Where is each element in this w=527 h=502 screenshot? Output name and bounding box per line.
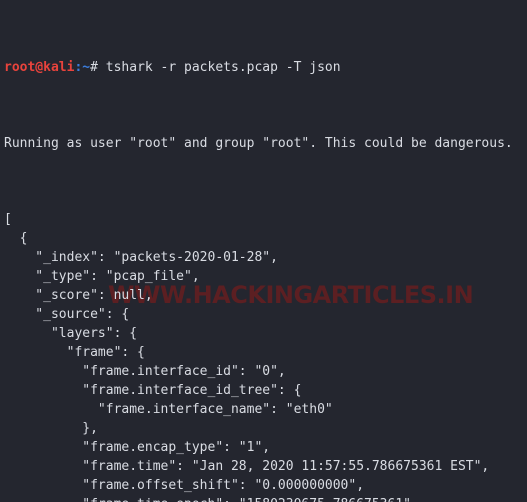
prompt-command: tshark -r packets.pcap -T json: [97, 60, 341, 75]
output-line: },: [4, 421, 98, 436]
prompt-user-host: root@kali: [4, 60, 75, 75]
prompt-path: ~: [82, 60, 91, 75]
output-line: "layers": {: [4, 326, 138, 341]
output-line: "_index": "packets-2020-01-28",: [4, 250, 278, 265]
terminal-screen[interactable]: root@kali:~# tshark -r packets.pcap -T j…: [0, 0, 527, 502]
output-line: "frame.interface_name": "eth0": [4, 402, 333, 417]
prompt-line: root@kali:~# tshark -r packets.pcap -T j…: [4, 58, 527, 77]
output-line: "frame": {: [4, 345, 145, 360]
prompt-symbol: #: [90, 60, 98, 75]
output-line: "_score": null,: [4, 288, 153, 303]
output-line: "frame.offset_shift": "0.000000000",: [4, 478, 365, 493]
json-output: [ { "_index": "packets-2020-01-28", "_ty…: [4, 210, 527, 502]
output-line: "frame.interface_id_tree": {: [4, 383, 302, 398]
output-line: "_type": "pcap_file",: [4, 269, 200, 284]
output-line: "frame.time": "Jan 28, 2020 11:57:55.786…: [4, 459, 490, 474]
warning-line: Running as user "root" and group "root".…: [4, 136, 513, 151]
output-line: "frame.encap_type": "1",: [4, 440, 271, 455]
output-line: {: [4, 231, 28, 246]
output-line: [: [4, 212, 12, 227]
output-line: "frame.time_epoch": "1580230675.78667536…: [4, 495, 527, 502]
output-line: "_source": {: [4, 307, 130, 322]
output-line: "frame.interface_id": "0",: [4, 364, 286, 379]
terminal-window[interactable]: WWW.HACKINGARTICLES.IN root@kali:~# tsha…: [0, 0, 527, 502]
